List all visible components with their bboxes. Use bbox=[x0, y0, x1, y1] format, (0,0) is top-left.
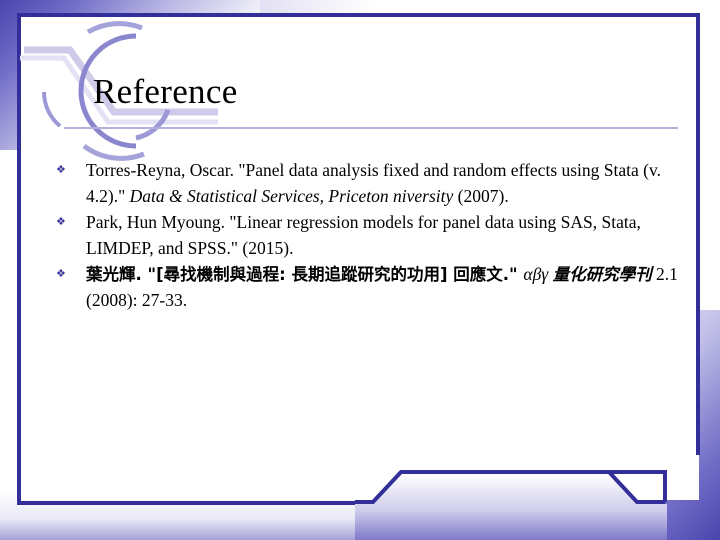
reference-segment-italic: αβγ bbox=[523, 264, 553, 284]
reference-segment-italic: Data & Statistical Services, Priceton ni… bbox=[129, 185, 454, 206]
bullet-marker-icon: ❖ bbox=[56, 215, 66, 228]
list-item: ❖ Park, Hun Myoung. "Linear regression m… bbox=[56, 210, 681, 261]
reference-text-3: 葉光輝. "[尋找機制與過程: 長期追蹤研究的功用] 回應文." αβγ 量化研… bbox=[86, 262, 681, 313]
reference-segment-cjk: 葉光輝. "[尋找機制與過程: 長期追蹤研究的功用] 回應文." bbox=[86, 265, 524, 284]
reference-text-2: Park, Hun Myoung. "Linear regression mod… bbox=[86, 210, 681, 261]
frame-border-bottom bbox=[17, 501, 372, 505]
frame-border-left bbox=[17, 13, 21, 505]
frame-border-top bbox=[17, 13, 700, 17]
reference-text-1: Torres-Reyna, Oscar. "Panel data analysi… bbox=[86, 158, 681, 209]
page-title: Reference bbox=[93, 72, 238, 111]
frame-border-right bbox=[696, 13, 700, 455]
list-item: ❖ 葉光輝. "[尋找機制與過程: 長期追蹤研究的功用] 回應文." αβγ 量… bbox=[56, 262, 681, 313]
reference-segment-cjk-italic: 量化研究學刊 bbox=[552, 265, 652, 284]
title-underline-rule bbox=[64, 127, 678, 129]
slide-canvas: Reference ❖ Torres-Reyna, Oscar. "Panel … bbox=[0, 0, 720, 540]
reference-segment: (2007). bbox=[453, 185, 509, 206]
reference-segment: Park, Hun Myoung. "Linear regression mod… bbox=[86, 212, 641, 258]
list-item: ❖ Torres-Reyna, Oscar. "Panel data analy… bbox=[56, 158, 681, 209]
reference-list: ❖ Torres-Reyna, Oscar. "Panel data analy… bbox=[56, 158, 681, 314]
bullet-marker-icon: ❖ bbox=[56, 163, 66, 176]
bullet-marker-icon: ❖ bbox=[56, 267, 66, 280]
